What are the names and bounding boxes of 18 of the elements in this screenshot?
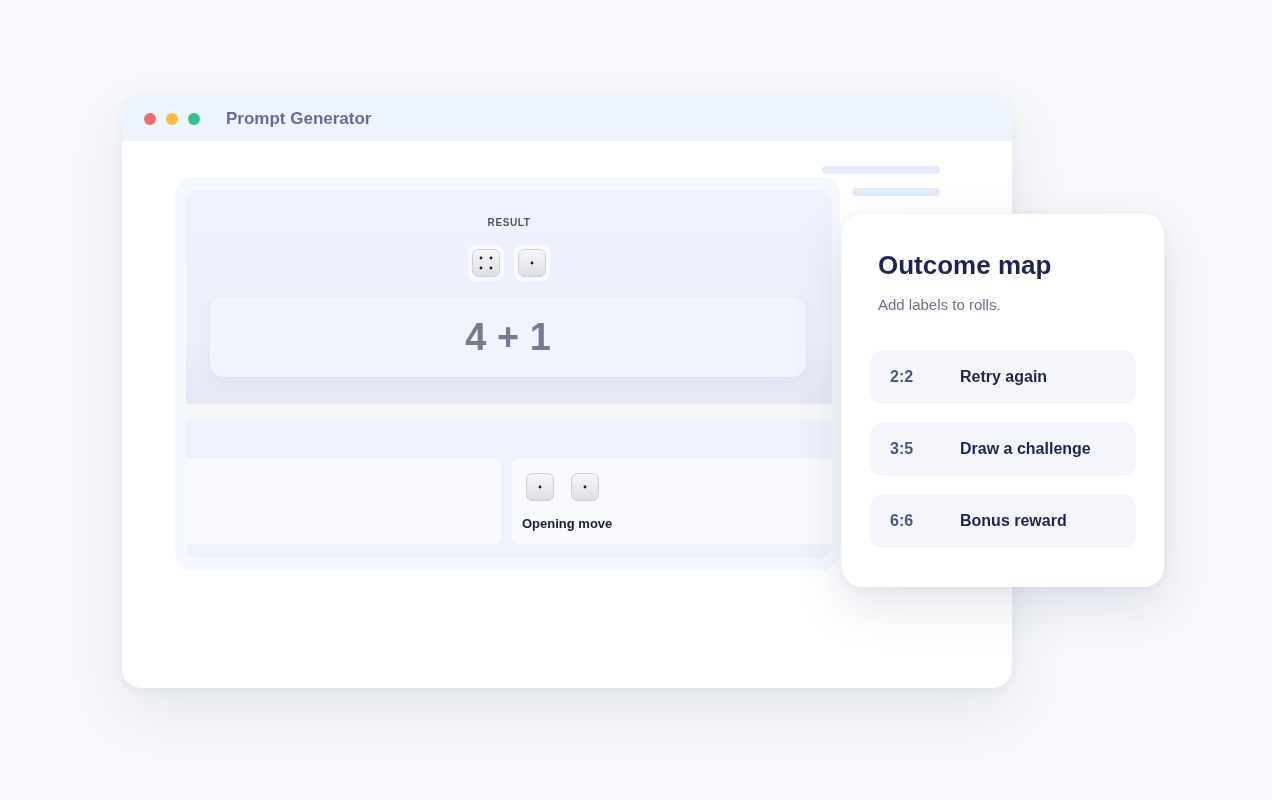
roll-sum: 4 + 1 — [210, 297, 806, 377]
outcome-row[interactable]: 2:2 Retry again — [870, 350, 1136, 404]
window-control-dot-icon[interactable] — [166, 112, 178, 125]
window-control-dot-icon[interactable] — [144, 112, 156, 125]
outcome-row[interactable]: 6:6 Bonus reward — [870, 494, 1136, 548]
window-control-dot-icon[interactable] — [188, 112, 200, 125]
outcome-label: Retry again — [960, 368, 1048, 386]
card-title: Opening move — [522, 516, 613, 531]
result-label: RESULT — [487, 217, 531, 229]
roll-key: 6:6 — [890, 512, 960, 530]
outcome-row[interactable]: 3:5 Draw a challenge — [870, 422, 1136, 476]
outcome-label: Bonus reward — [960, 512, 1067, 530]
roll-key: 2:2 — [890, 368, 960, 386]
card-subtitle: Add labels to rolls. — [878, 296, 1001, 314]
window-title: Prompt Generator — [226, 108, 372, 129]
roll-key: 3:5 — [890, 440, 960, 458]
card-heading: Outcome map — [878, 250, 1052, 280]
outcome-label: Draw a challenge — [960, 440, 1091, 458]
